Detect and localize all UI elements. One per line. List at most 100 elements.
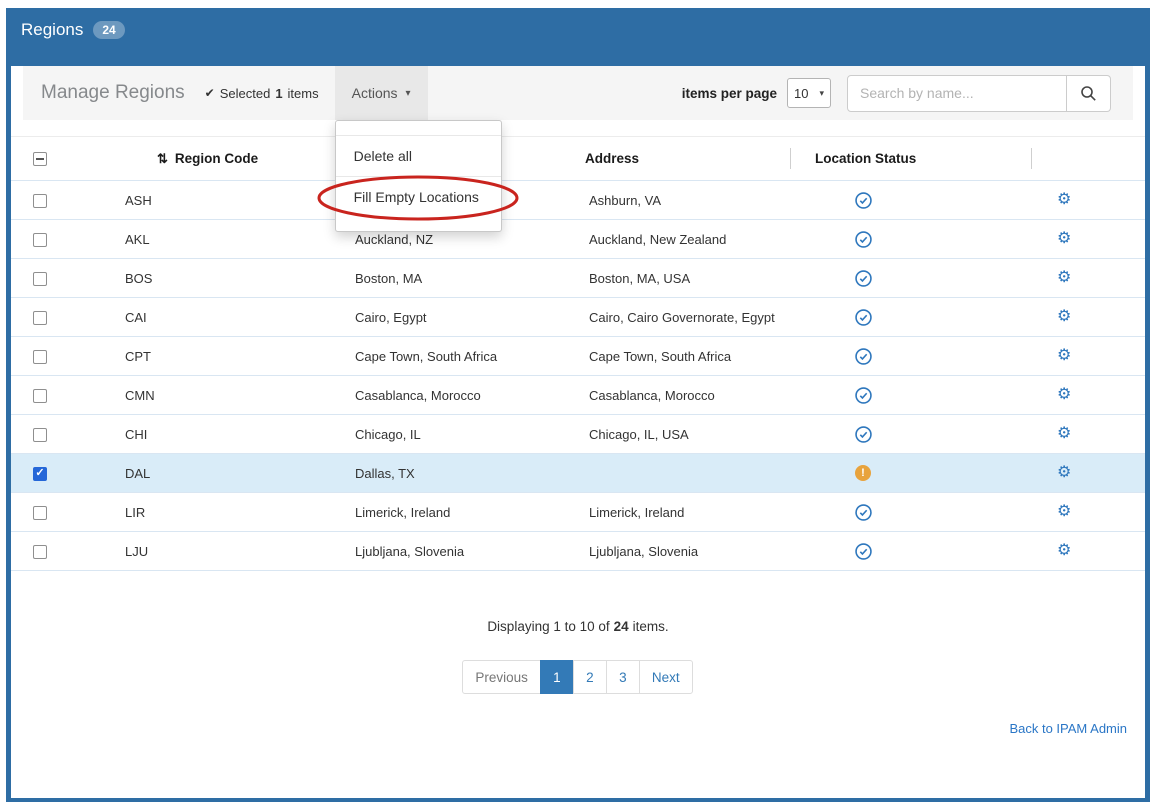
row-checkbox[interactable] bbox=[33, 311, 47, 325]
region-code-cell: ASH bbox=[113, 181, 343, 220]
region-name-cell: Chicago, IL bbox=[343, 415, 577, 454]
region-name-cell: Dallas, TX bbox=[343, 454, 577, 493]
row-checkbox[interactable] bbox=[33, 194, 47, 208]
manage-regions-heading: Manage Regions bbox=[41, 82, 185, 104]
region-name-cell: Cape Town, South Africa bbox=[343, 337, 577, 376]
settings-gear-icon[interactable]: ⚙ bbox=[1057, 503, 1071, 520]
page-button-3[interactable]: 3 bbox=[606, 660, 640, 694]
table-body: ASH Ashburn, VA ⚙ AKL Auckland, NZ Auckl… bbox=[11, 181, 1145, 571]
region-code-cell: CPT bbox=[113, 337, 343, 376]
row-checkbox[interactable] bbox=[33, 389, 47, 403]
table-row: CMN Casablanca, Morocco Casablanca, Moro… bbox=[11, 376, 1145, 415]
search-button[interactable] bbox=[1067, 75, 1111, 112]
row-checkbox[interactable] bbox=[33, 350, 47, 364]
back-to-ipam-admin-link[interactable]: Back to IPAM Admin bbox=[1009, 721, 1127, 736]
region-name-cell: Casablanca, Morocco bbox=[343, 376, 577, 415]
previous-page-button[interactable]: Previous bbox=[462, 660, 541, 694]
address-cell: Cairo, Cairo Governorate, Egypt bbox=[577, 298, 790, 337]
settings-gear-icon[interactable]: ⚙ bbox=[1057, 269, 1071, 286]
regions-count-badge: 24 bbox=[93, 21, 124, 39]
region-code-cell: CMN bbox=[113, 376, 343, 415]
region-name-cell: Boston, MA bbox=[343, 259, 577, 298]
settings-gear-icon[interactable]: ⚙ bbox=[1057, 464, 1071, 481]
address-cell: Cape Town, South Africa bbox=[577, 337, 790, 376]
location-ok-icon bbox=[855, 348, 872, 365]
address-cell bbox=[577, 454, 790, 493]
panel-body: Manage Regions ✔ Selected 1 items Action… bbox=[11, 66, 1145, 798]
row-checkbox[interactable] bbox=[33, 467, 47, 481]
regions-table: ⇅ Region Code Address Location Status ASH… bbox=[11, 136, 1145, 571]
settings-gear-icon[interactable]: ⚙ bbox=[1057, 230, 1071, 247]
settings-gear-icon[interactable]: ⚙ bbox=[1057, 542, 1071, 559]
location-ok-icon bbox=[855, 387, 872, 404]
settings-gear-icon[interactable]: ⚙ bbox=[1057, 308, 1071, 325]
address-cell: Auckland, New Zealand bbox=[577, 220, 790, 259]
display-prefix: Displaying 1 to 10 of bbox=[487, 619, 609, 634]
location-status-header: Location Status bbox=[790, 137, 1031, 181]
selected-info: ✔ Selected 1 items bbox=[205, 86, 319, 101]
location-ok-icon bbox=[855, 504, 872, 521]
search-icon bbox=[1080, 85, 1097, 102]
page-button-1[interactable]: 1 bbox=[540, 660, 574, 694]
regions-panel: Regions 24 Manage Regions ✔ Selected 1 i… bbox=[6, 8, 1150, 802]
table-row: LIR Limerick, Ireland Limerick, Ireland … bbox=[11, 493, 1145, 532]
caret-down-icon: ▾ bbox=[406, 88, 411, 99]
actions-button-label: Actions bbox=[352, 85, 398, 101]
check-icon: ✔ bbox=[205, 86, 215, 100]
row-checkbox[interactable] bbox=[33, 428, 47, 442]
pagination: Previous 123Next bbox=[11, 660, 1145, 694]
address-cell: Chicago, IL, USA bbox=[577, 415, 790, 454]
table-row: BOS Boston, MA Boston, MA, USA ⚙ bbox=[11, 259, 1145, 298]
location-warning-icon: ! bbox=[855, 465, 871, 481]
selected-label: Selected bbox=[220, 86, 271, 101]
actions-menu: Delete all Fill Empty Locations bbox=[335, 120, 502, 232]
page-button-2[interactable]: 2 bbox=[573, 660, 607, 694]
actions-button[interactable]: Actions ▾ bbox=[335, 66, 428, 120]
next-page-button[interactable]: Next bbox=[639, 660, 693, 694]
region-code-cell: LIR bbox=[113, 493, 343, 532]
table-row: LJU Ljubljana, Slovenia Ljubljana, Slove… bbox=[11, 532, 1145, 571]
region-name-cell: Cairo, Egypt bbox=[343, 298, 577, 337]
sort-icon[interactable]: ⇅ bbox=[157, 151, 168, 166]
table-row: AKL Auckland, NZ Auckland, New Zealand ⚙ bbox=[11, 220, 1145, 259]
region-name-cell: Limerick, Ireland bbox=[343, 493, 577, 532]
region-code-cell: CHI bbox=[113, 415, 343, 454]
address-header: Address bbox=[577, 137, 790, 181]
search-box bbox=[847, 75, 1111, 112]
region-code-cell: BOS bbox=[113, 259, 343, 298]
location-ok-icon bbox=[855, 309, 872, 326]
menu-item-delete-all[interactable]: Delete all bbox=[336, 135, 501, 176]
address-cell: Ljubljana, Slovenia bbox=[577, 532, 790, 571]
row-checkbox[interactable] bbox=[33, 272, 47, 286]
settings-gear-icon[interactable]: ⚙ bbox=[1057, 425, 1071, 442]
region-code-cell: DAL bbox=[113, 454, 343, 493]
settings-gear-icon[interactable]: ⚙ bbox=[1057, 191, 1071, 208]
display-info: Displaying 1 to 10 of 24 items. bbox=[11, 619, 1145, 634]
region-code-header[interactable]: Region Code bbox=[175, 151, 258, 166]
region-name-cell: Ljubljana, Slovenia bbox=[343, 532, 577, 571]
menu-item-fill-empty-locations[interactable]: Fill Empty Locations bbox=[336, 176, 501, 217]
location-ok-icon bbox=[855, 231, 872, 248]
address-cell: Limerick, Ireland bbox=[577, 493, 790, 532]
display-suffix: items. bbox=[633, 619, 669, 634]
search-input[interactable] bbox=[847, 75, 1067, 112]
settings-gear-icon[interactable]: ⚙ bbox=[1057, 347, 1071, 364]
region-code-cell: AKL bbox=[113, 220, 343, 259]
row-checkbox[interactable] bbox=[33, 233, 47, 247]
page-size-value: 10 bbox=[794, 86, 808, 101]
selected-count: 1 bbox=[275, 86, 282, 101]
page-size-select[interactable]: 10 ▾ bbox=[787, 78, 831, 108]
location-ok-icon bbox=[855, 426, 872, 443]
toolbar: Manage Regions ✔ Selected 1 items Action… bbox=[23, 66, 1133, 120]
caret-down-icon: ▾ bbox=[819, 88, 824, 99]
back-row: Back to IPAM Admin bbox=[11, 720, 1127, 738]
address-cell: Ashburn, VA bbox=[577, 181, 790, 220]
table-row: CHI Chicago, IL Chicago, IL, USA ⚙ bbox=[11, 415, 1145, 454]
location-ok-icon bbox=[855, 543, 872, 560]
row-checkbox[interactable] bbox=[33, 545, 47, 559]
page-title: Regions bbox=[21, 20, 83, 40]
row-checkbox[interactable] bbox=[33, 506, 47, 520]
select-all-checkbox[interactable] bbox=[33, 152, 47, 166]
settings-gear-icon[interactable]: ⚙ bbox=[1057, 386, 1071, 403]
address-cell: Boston, MA, USA bbox=[577, 259, 790, 298]
